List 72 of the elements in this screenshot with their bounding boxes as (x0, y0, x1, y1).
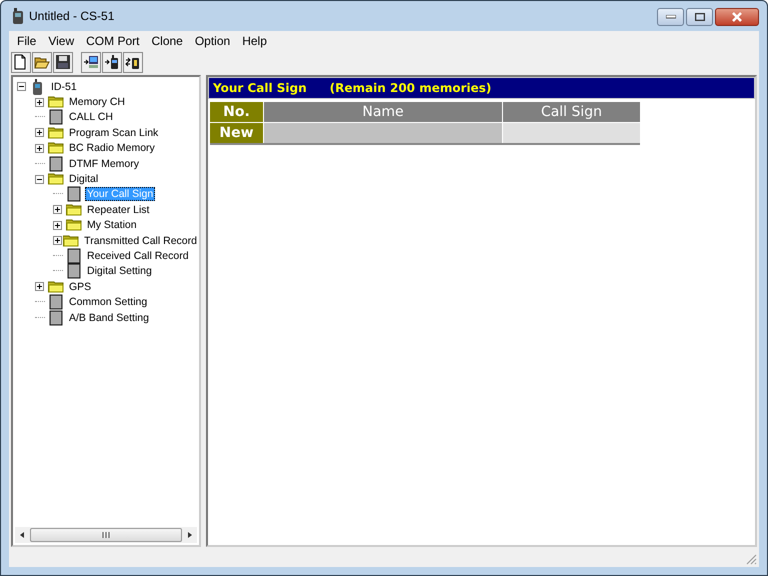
handheld-transfer-button[interactable] (123, 52, 143, 72)
tree-item[interactable]: Digital Setting (85, 264, 154, 278)
plus-box-icon[interactable] (53, 220, 62, 230)
maximize-button[interactable] (686, 8, 713, 26)
minus-box-icon[interactable] (17, 82, 26, 92)
left-arrow-icon[interactable] (18, 531, 26, 539)
tree-item[interactable]: Transmitted Call Record (82, 234, 199, 248)
plus-box-icon[interactable] (35, 98, 44, 107)
document-icon (48, 294, 64, 310)
plus-box-icon[interactable] (35, 128, 44, 138)
document-icon (66, 263, 82, 280)
tree-item[interactable]: Repeater List (85, 202, 152, 217)
tree-item[interactable]: Digital (67, 172, 100, 186)
plus-box-icon[interactable] (35, 282, 44, 292)
table-cell[interactable] (503, 123, 640, 143)
row-header: New (210, 123, 263, 143)
document-icon (48, 310, 64, 326)
folder-icon (48, 140, 64, 156)
menu-item[interactable]: Help (236, 34, 273, 48)
folder-icon (48, 94, 64, 110)
maximize-icon (694, 13, 704, 21)
plus-box-icon[interactable] (53, 236, 62, 246)
floppy-disk-button[interactable] (53, 52, 73, 72)
document-icon (66, 248, 82, 264)
tree-item[interactable]: My Station (85, 218, 139, 232)
row-header: No. (210, 102, 263, 122)
tree-item[interactable]: Received Call Record (85, 248, 191, 263)
tree-item[interactable]: BC Radio Memory (67, 141, 157, 156)
tree-item[interactable]: Memory CH (67, 95, 128, 110)
menu-item[interactable]: COM Port (80, 34, 146, 48)
folder-icon (48, 124, 64, 141)
menu-item[interactable]: Clone (145, 34, 189, 48)
resize-grip-icon (745, 553, 757, 565)
tree-item[interactable]: CALL CH (67, 110, 115, 124)
close-button[interactable] (715, 8, 759, 26)
tree-item[interactable]: GPS (67, 280, 94, 294)
tree-item[interactable]: DTMF Memory (67, 156, 141, 171)
minimize-button[interactable] (657, 8, 684, 26)
folder-icon (66, 202, 82, 218)
folder-icon (66, 217, 82, 234)
document-icon (66, 186, 82, 202)
column-header: Call Sign (503, 102, 640, 122)
grip-icon (102, 532, 110, 538)
menu-item[interactable]: Option (188, 34, 236, 48)
tree-item[interactable]: Common Setting (67, 295, 150, 310)
folder-icon (48, 278, 64, 295)
plus-box-icon[interactable] (53, 205, 62, 214)
minus-box-icon[interactable] (35, 174, 44, 184)
close-icon (731, 12, 743, 22)
new-file-button[interactable] (11, 52, 31, 72)
tree-item[interactable]: A/B Band Setting (67, 310, 151, 325)
radio-icon (13, 8, 23, 24)
computer-button[interactable] (81, 52, 101, 72)
column-header: Name (264, 102, 502, 122)
document-icon (48, 156, 64, 172)
document-icon (48, 109, 64, 126)
horizontal-scrollbar[interactable] (15, 527, 197, 543)
tree-item[interactable]: Program Scan Link (67, 126, 160, 140)
tree-item[interactable]: ID-51 (49, 80, 79, 94)
right-arrow-icon[interactable] (186, 531, 194, 539)
plus-box-icon[interactable] (35, 144, 44, 153)
open-folder-button[interactable] (32, 52, 52, 72)
memory-count: (Remain 200 memories) (330, 81, 492, 95)
folder-icon (48, 171, 64, 188)
handheld-button[interactable] (102, 52, 122, 72)
folder-icon (63, 232, 80, 249)
panel-title: Your Call Sign (213, 81, 307, 95)
menu-item[interactable]: File (11, 34, 42, 48)
menu-item[interactable]: View (42, 34, 80, 48)
table-cell[interactable] (264, 123, 502, 143)
minimize-icon (666, 15, 676, 19)
window-title: Untitled - CS-51 (29, 9, 114, 23)
